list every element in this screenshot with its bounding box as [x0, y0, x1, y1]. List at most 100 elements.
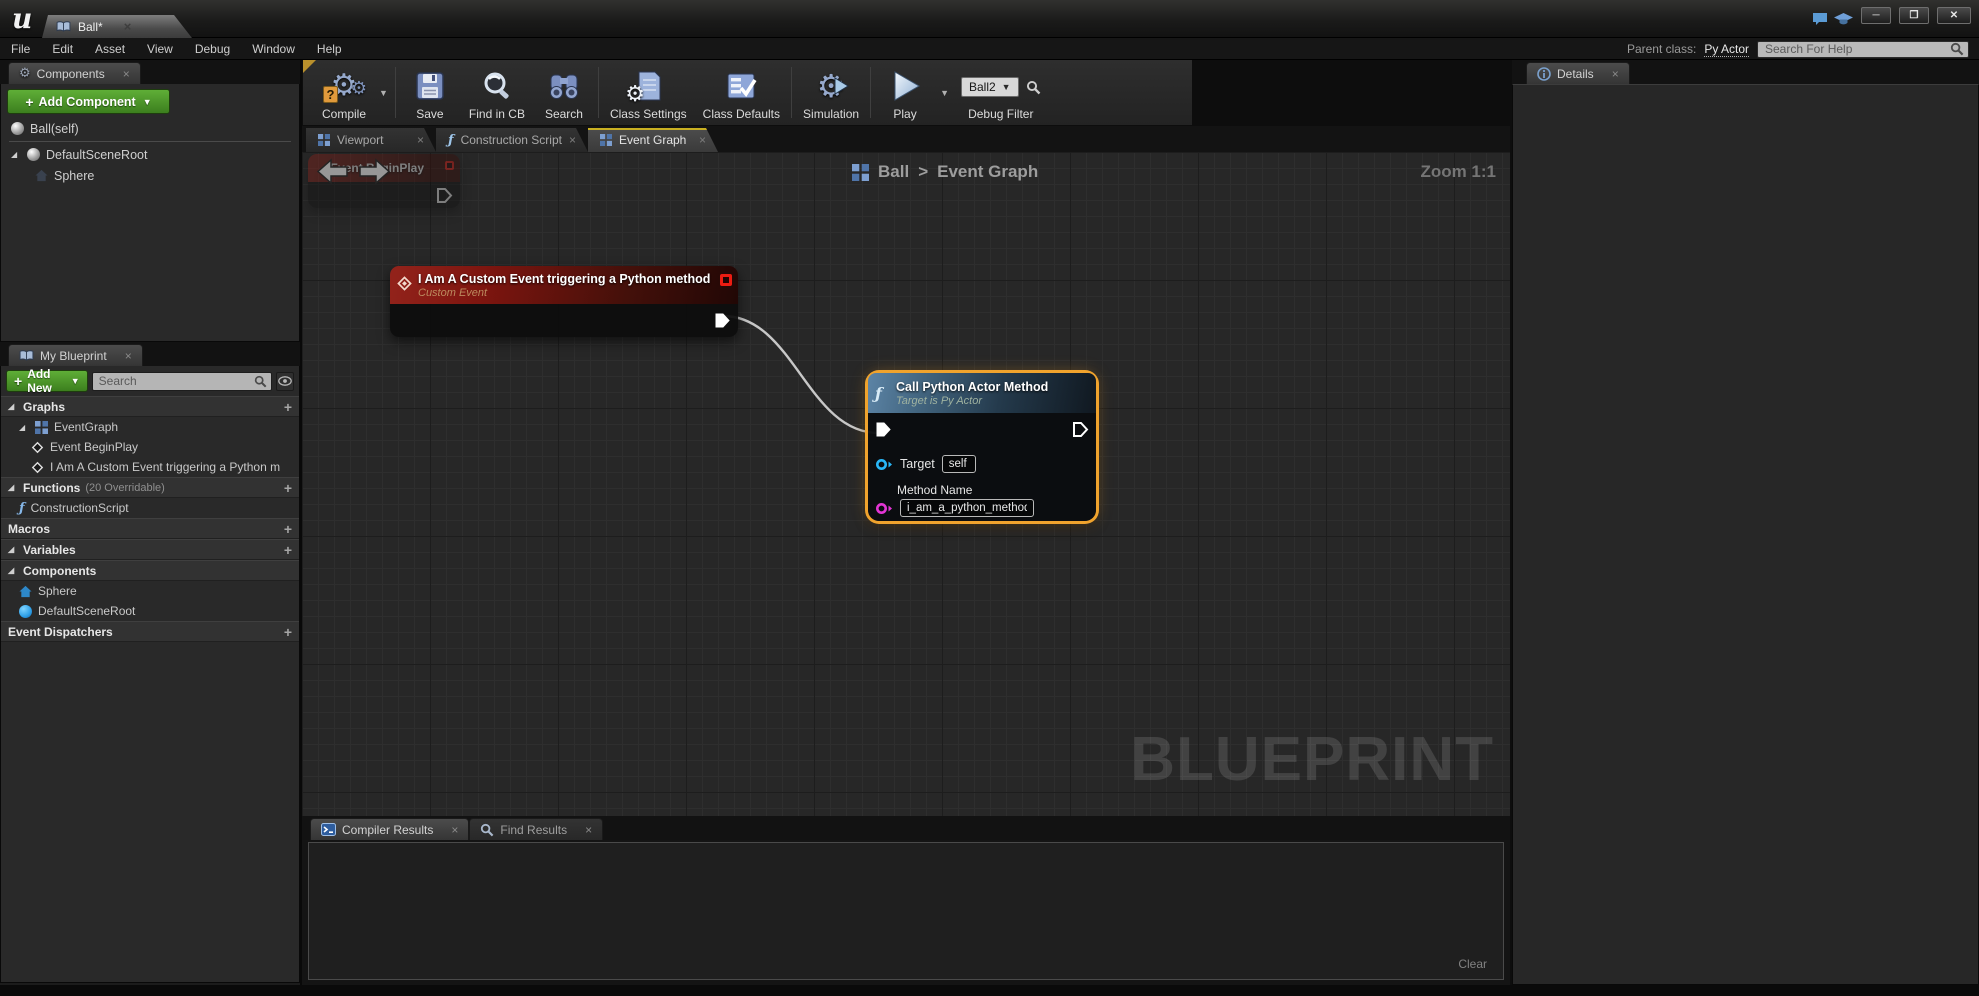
list-item-sphere[interactable]: Sphere: [1, 581, 299, 601]
list-item-event-beginplay[interactable]: Event BeginPlay: [1, 437, 299, 457]
method-name-pin[interactable]: [875, 502, 893, 515]
find-in-cb-button[interactable]: Find in CB: [461, 60, 533, 125]
blueprint-search-input[interactable]: [98, 374, 254, 388]
node-call-python-actor-method[interactable]: ƒ Call Python Actor Method Target is Py …: [868, 373, 1096, 521]
menu-asset[interactable]: Asset: [84, 38, 136, 60]
add-event-dispatcher-button[interactable]: +: [284, 625, 292, 639]
event-graph-canvas[interactable]: Ball > Event Graph Zoom 1:1 BLUEPRINT Ev…: [302, 152, 1510, 816]
add-new-button[interactable]: + Add New ▼: [6, 367, 88, 395]
macros-section-header[interactable]: Macros +: [1, 518, 299, 539]
save-button[interactable]: Save: [399, 60, 461, 125]
find-results-tab[interactable]: Find Results ×: [469, 818, 604, 840]
search-icon: [480, 823, 494, 837]
add-function-button[interactable]: +: [284, 481, 292, 495]
menu-view[interactable]: View: [136, 38, 184, 60]
search-button[interactable]: Search: [533, 60, 595, 125]
back-arrow-icon[interactable]: [316, 158, 348, 185]
floppy-icon: [416, 72, 444, 100]
asset-tab-ball[interactable]: Ball* ×: [42, 15, 192, 38]
close-icon[interactable]: ×: [417, 133, 424, 147]
add-variable-button[interactable]: +: [284, 543, 292, 557]
exec-in-pin[interactable]: [875, 421, 892, 438]
zoom-level-indicator: Zoom 1:1: [1420, 162, 1496, 181]
method-name-value-input[interactable]: [900, 499, 1034, 517]
components-section-header[interactable]: ◢ Components: [1, 560, 299, 581]
menu-file[interactable]: File: [0, 38, 41, 60]
close-icon[interactable]: ×: [569, 133, 576, 147]
event-dispatchers-section-header[interactable]: Event Dispatchers +: [1, 621, 299, 642]
variables-section-header[interactable]: ◢ Variables +: [1, 539, 299, 560]
simulation-button[interactable]: ⚙ Simulation: [795, 60, 867, 125]
tab-construction-script[interactable]: ƒ Construction Script ×: [436, 128, 588, 152]
play-options-caret[interactable]: ▼: [936, 88, 953, 98]
class-settings-button[interactable]: ⚙ Class Settings: [602, 60, 695, 125]
graph-navigation-arrows: [316, 158, 391, 185]
exec-out-pin[interactable]: [436, 187, 453, 204]
forward-arrow-icon[interactable]: [359, 158, 391, 185]
menu-window[interactable]: Window: [241, 38, 306, 60]
minimize-button[interactable]: ─: [1861, 6, 1891, 24]
list-item-eventgraph[interactable]: ◢ EventGraph: [1, 417, 299, 437]
node-custom-event[interactable]: I Am A Custom Event triggering a Python …: [390, 266, 738, 337]
target-value-input[interactable]: [941, 455, 976, 473]
expander-icon[interactable]: ◢: [8, 483, 18, 492]
tab-viewport[interactable]: Viewport ×: [306, 128, 436, 152]
compile-button[interactable]: ⚙ ⚙ ? Compile: [313, 60, 375, 125]
viewport-icon: [318, 134, 330, 146]
list-item-defaultsceneroot[interactable]: DefaultSceneRoot: [1, 601, 299, 621]
close-icon[interactable]: ×: [699, 133, 706, 147]
exec-out-pin[interactable]: [714, 312, 731, 329]
exec-out-pin[interactable]: [1072, 421, 1089, 438]
graph-document-tabs: Viewport × ƒ Construction Script × Event…: [302, 126, 1510, 152]
debug-object-dropdown[interactable]: Ball2 ▼: [960, 77, 1019, 97]
close-window-button[interactable]: ✕: [1937, 6, 1971, 24]
add-component-button[interactable]: + Add Component ▼: [7, 89, 170, 114]
expander-icon[interactable]: ◢: [8, 402, 18, 411]
close-icon[interactable]: ×: [124, 19, 132, 34]
menu-help[interactable]: Help: [306, 38, 353, 60]
debug-search-icon[interactable]: [1026, 80, 1041, 95]
tab-event-graph[interactable]: Event Graph ×: [588, 128, 718, 152]
menu-debug[interactable]: Debug: [184, 38, 241, 60]
clear-button[interactable]: Clear: [1458, 957, 1487, 971]
list-item-constructionscript[interactable]: ƒ ConstructionScript: [1, 498, 299, 518]
breadcrumb-root[interactable]: Ball: [878, 162, 909, 182]
component-row-ball-self[interactable]: Ball(self): [1, 118, 299, 139]
details-panel-tab[interactable]: Details ×: [1526, 62, 1630, 84]
play-button[interactable]: Play: [874, 60, 936, 125]
close-icon[interactable]: ×: [1612, 67, 1619, 81]
my-blueprint-panel-tab[interactable]: My Blueprint ×: [8, 344, 143, 366]
breadcrumb-current[interactable]: Event Graph: [937, 162, 1038, 182]
expander-icon[interactable]: ◢: [8, 545, 18, 554]
compile-options-caret[interactable]: ▼: [375, 88, 392, 98]
add-graph-button[interactable]: +: [284, 400, 292, 414]
add-macro-button[interactable]: +: [284, 522, 292, 536]
close-icon[interactable]: ×: [585, 823, 592, 837]
components-panel-tab[interactable]: ⚙ Components ×: [8, 62, 141, 84]
close-icon[interactable]: ×: [451, 823, 458, 837]
target-object-pin[interactable]: [875, 458, 893, 471]
view-options-button[interactable]: [275, 371, 294, 391]
compiler-results-tab[interactable]: Compiler Results ×: [310, 818, 470, 840]
graphs-section-header[interactable]: ◢ Graphs +: [1, 396, 299, 417]
plus-icon: +: [25, 93, 34, 110]
close-icon[interactable]: ×: [125, 349, 132, 363]
help-search-input[interactable]: [1765, 42, 1950, 56]
expander-icon[interactable]: ◢: [11, 150, 21, 159]
parent-class-link[interactable]: Py Actor: [1704, 42, 1749, 57]
menu-edit[interactable]: Edit: [41, 38, 84, 60]
graph-icon: [35, 421, 48, 434]
expander-icon[interactable]: ◢: [19, 423, 29, 432]
expander-icon[interactable]: ◢: [8, 566, 18, 575]
component-row-defaultsceneroot[interactable]: ◢ DefaultSceneRoot: [1, 144, 299, 165]
tutorial-cap-icon[interactable]: [1834, 12, 1853, 26]
functions-section-header[interactable]: ◢ Functions (20 Overridable) +: [1, 477, 299, 498]
search-icon: [254, 375, 267, 388]
list-item-custom-event[interactable]: I Am A Custom Event triggering a Python …: [1, 457, 299, 477]
function-icon: ƒ: [448, 132, 454, 148]
component-row-sphere[interactable]: Sphere: [1, 165, 299, 186]
close-icon[interactable]: ×: [123, 67, 130, 81]
maximize-button[interactable]: ❐: [1899, 6, 1929, 24]
class-defaults-button[interactable]: Class Defaults: [695, 60, 788, 125]
feedback-chat-icon[interactable]: [1812, 12, 1828, 26]
